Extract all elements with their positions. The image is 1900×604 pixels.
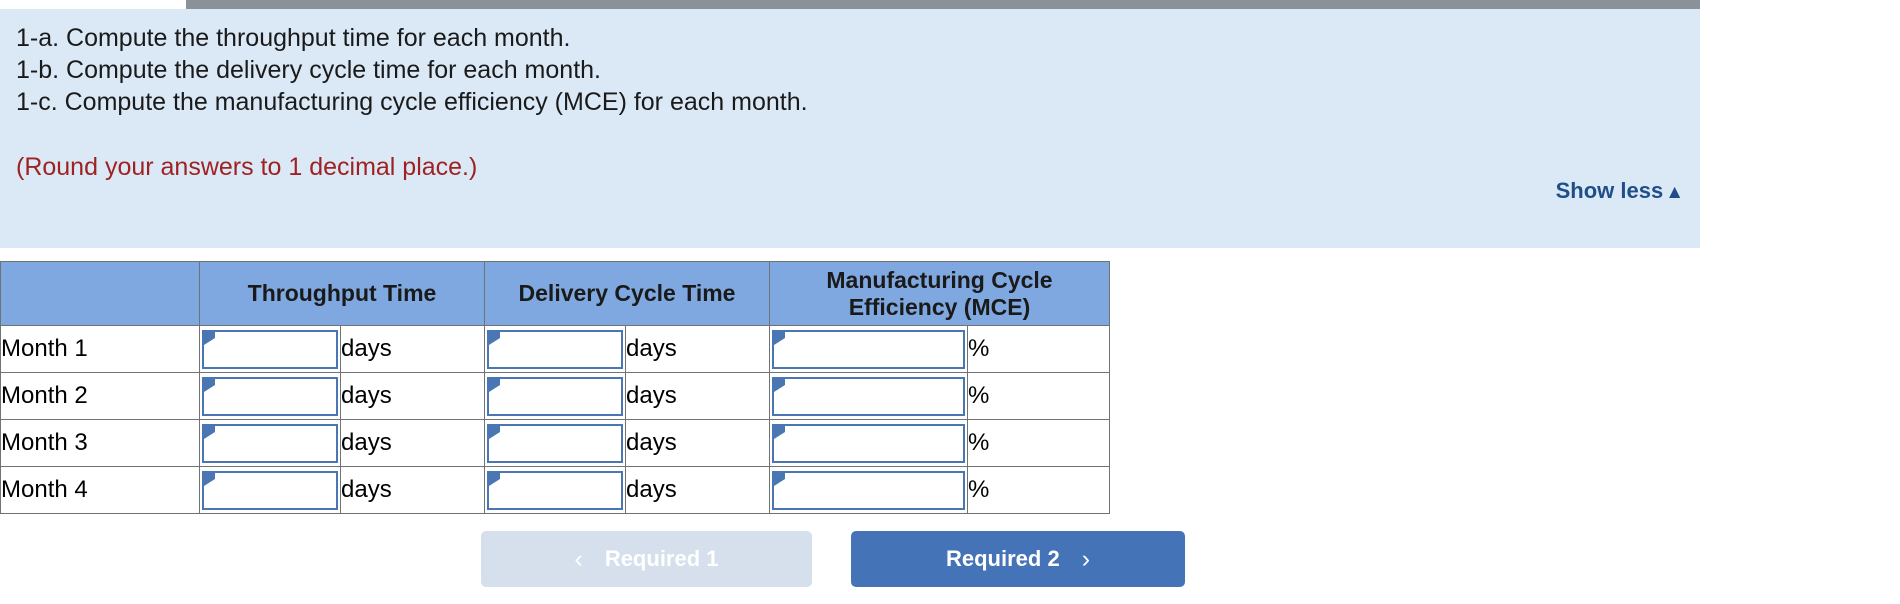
cell-month-4-delivery-cycle-time: [484, 466, 626, 514]
cell-month-3-mce: [769, 419, 968, 467]
rounding-note: (Round your answers to 1 decimal place.): [16, 153, 478, 181]
next-requirement-label: Required 2: [945, 546, 1060, 571]
table-row: Month 4 days days %: [0, 466, 1110, 514]
answers-table-header: Throughput Time Delivery Cycle Time Manu…: [0, 261, 1110, 326]
cell-month-3-delivery-cycle-time: [484, 419, 626, 467]
input-month-3-mce[interactable]: [772, 423, 965, 463]
cell-month-3-throughput-time: [199, 419, 341, 467]
input-month-2-delivery-cycle-time[interactable]: [487, 376, 623, 416]
input-month-1-throughput-time[interactable]: [202, 329, 338, 369]
header-cell-throughput-time: Throughput Time: [199, 261, 485, 326]
input-month-1-delivery-cycle-time[interactable]: [487, 329, 623, 369]
header-cell-mce: Manufacturing Cycle Efficiency (MCE): [769, 261, 1110, 326]
cell-month-2-mce: [769, 372, 968, 420]
unit-month-3-mce: %: [967, 419, 1110, 467]
cell-month-2-throughput-time: [199, 372, 341, 420]
unit-month-3-delivery-cycle-time: days: [625, 419, 770, 467]
unit-month-1-throughput-time: days: [340, 325, 485, 373]
instruction-line-1c: 1-c. Compute the manufacturing cycle eff…: [16, 88, 808, 116]
row-label-month-2: Month 2: [0, 372, 200, 420]
requirement-navigation: ‹ Required 1 Required 2 ›: [481, 531, 1185, 587]
input-month-2-mce[interactable]: [772, 376, 965, 416]
chevron-left-icon: ‹: [574, 544, 583, 573]
input-month-3-delivery-cycle-time[interactable]: [487, 423, 623, 463]
previous-requirement-button[interactable]: ‹ Required 1: [481, 531, 812, 587]
unit-month-4-mce: %: [967, 466, 1110, 514]
table-row: Month 2 days days %: [0, 372, 1110, 420]
cell-month-4-mce: [769, 466, 968, 514]
header-cell-blank: [0, 261, 200, 326]
instruction-line-1b: 1-b. Compute the delivery cycle time for…: [16, 56, 601, 84]
cell-month-2-delivery-cycle-time: [484, 372, 626, 420]
input-month-3-throughput-time[interactable]: [202, 423, 338, 463]
input-month-4-mce[interactable]: [772, 470, 965, 510]
unit-month-4-throughput-time: days: [340, 466, 485, 514]
answers-table: Throughput Time Delivery Cycle Time Manu…: [0, 261, 1110, 514]
unit-month-1-delivery-cycle-time: days: [625, 325, 770, 373]
row-label-month-4: Month 4: [0, 466, 200, 514]
table-row: Month 3 days days %: [0, 419, 1110, 467]
input-month-1-mce[interactable]: [772, 329, 965, 369]
input-month-4-throughput-time[interactable]: [202, 470, 338, 510]
unit-month-1-mce: %: [967, 325, 1110, 373]
row-label-month-1: Month 1: [0, 325, 200, 373]
instructions-panel: 1-a. Compute the throughput time for eac…: [0, 9, 1700, 248]
row-label-month-3: Month 3: [0, 419, 200, 467]
chevron-right-icon: ›: [1081, 544, 1091, 573]
unit-month-2-delivery-cycle-time: days: [625, 372, 770, 420]
cell-month-1-delivery-cycle-time: [484, 325, 626, 373]
unit-month-2-throughput-time: days: [340, 372, 485, 420]
chevron-up-icon: ▲: [1665, 182, 1684, 203]
previous-requirement-label: Required 1: [604, 546, 719, 571]
horizontal-scrollbar-track[interactable]: [0, 0, 1700, 9]
unit-month-3-throughput-time: days: [340, 419, 485, 467]
show-less-toggle[interactable]: Show less ▲: [1556, 178, 1684, 204]
cell-month-1-throughput-time: [199, 325, 341, 373]
next-requirement-button[interactable]: Required 2 ›: [851, 531, 1185, 587]
table-header-row: Throughput Time Delivery Cycle Time Manu…: [0, 261, 1110, 326]
table-row: Month 1 days days %: [0, 325, 1110, 373]
cell-month-1-mce: [769, 325, 968, 373]
unit-month-4-delivery-cycle-time: days: [625, 466, 770, 514]
unit-month-2-mce: %: [967, 372, 1110, 420]
input-month-4-delivery-cycle-time[interactable]: [487, 470, 623, 510]
cell-month-4-throughput-time: [199, 466, 341, 514]
instruction-line-1a: 1-a. Compute the throughput time for eac…: [16, 24, 571, 52]
show-less-label: Show less: [1555, 178, 1664, 203]
answers-table-body: Month 1 days days % Month 2 days days % …: [0, 325, 1110, 514]
header-cell-delivery-cycle-time: Delivery Cycle Time: [484, 261, 770, 326]
input-month-2-throughput-time[interactable]: [202, 376, 338, 416]
horizontal-scrollbar-thumb[interactable]: [0, 0, 186, 9]
